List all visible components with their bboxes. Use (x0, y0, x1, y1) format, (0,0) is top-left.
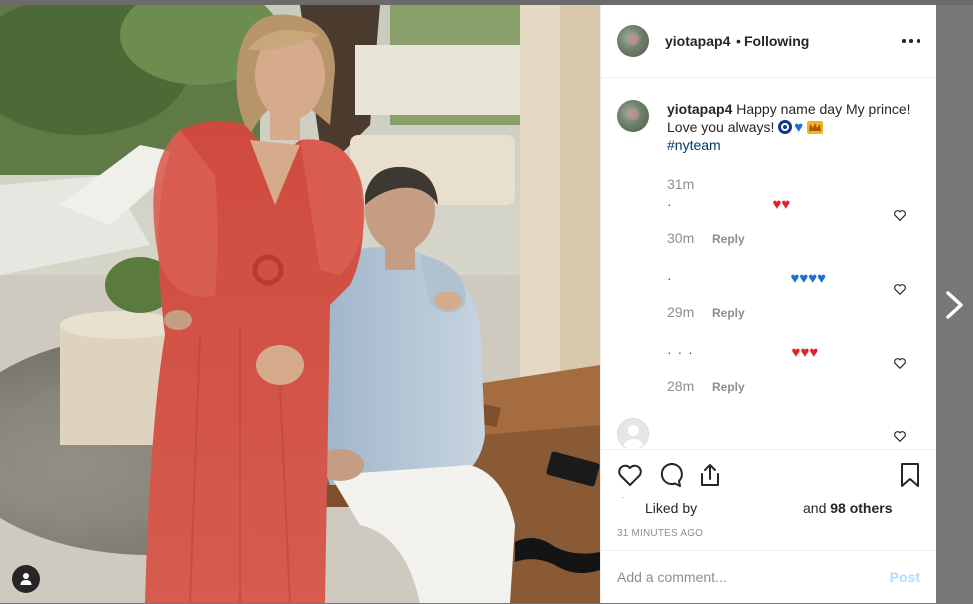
bookmark-icon[interactable] (897, 462, 923, 488)
author-username[interactable]: yiotapap4 (665, 33, 730, 49)
caption-username[interactable]: yiotapap4 (667, 101, 732, 117)
more-options-icon[interactable] (902, 32, 920, 50)
reply-button[interactable]: Reply (712, 306, 745, 320)
post-header: yiotapap4 • Following (601, 5, 936, 78)
red-heart-icon: ♥ (772, 196, 782, 213)
comment-content: · · · ♥♥♥ (667, 344, 818, 361)
follow-status-button[interactable]: Following (744, 33, 809, 49)
red-heart-icon: ♥ (809, 344, 819, 361)
liked-by-label: Liked by (645, 500, 698, 516)
comment-input[interactable]: Add a comment... (617, 569, 727, 585)
reply-button[interactable]: Reply (712, 380, 745, 394)
comment-content: · ♥♥♥♥ (667, 270, 826, 287)
comment-text: · (667, 270, 673, 286)
comment-time: 29m (667, 304, 695, 320)
post-caption: yiotapap4 Happy name day My prince! Love… (667, 100, 917, 154)
liked-by-others[interactable]: and 98 others (803, 500, 893, 516)
commenter-avatar[interactable] (617, 418, 649, 448)
crown-icon (807, 121, 824, 134)
blue-heart-icon: ♥ (790, 270, 800, 287)
post-photo-illustration (0, 5, 600, 603)
caption-time: 31m (667, 176, 695, 192)
caption-hashtag[interactable]: #nyteam (667, 137, 721, 153)
share-icon[interactable] (697, 462, 723, 488)
post-modal: yiotapap4 • Following yiotapap4 Happy na… (0, 5, 936, 603)
comment-text: · · · (667, 344, 694, 360)
comment-text: · (667, 196, 673, 212)
red-heart-icon: ♥ (800, 344, 810, 361)
blue-heart-icon: ♥ (794, 119, 804, 136)
comment-bubble-icon[interactable] (657, 462, 683, 488)
like-comment-icon[interactable] (893, 208, 907, 222)
post-timestamp[interactable]: 31 MINUTES AGO (617, 528, 703, 539)
header-separator: • (736, 33, 741, 49)
post-comment-button[interactable]: Post (890, 569, 920, 585)
tagged-users-button[interactable] (12, 565, 40, 593)
comment-item: · ♥♥♥♥ 29m Reply (601, 270, 936, 344)
like-comment-icon[interactable] (893, 356, 907, 370)
like-comment-icon[interactable] (893, 282, 907, 296)
comment-item: · ♥♥ 30m Reply (601, 196, 936, 270)
blue-heart-icon: ♥ (799, 270, 809, 287)
comment-content: · ♥♥ (667, 196, 790, 213)
like-comment-icon[interactable] (893, 429, 907, 443)
next-post-arrow-icon[interactable] (944, 290, 966, 320)
comment-item: · · · ♥♥♥ 28m Reply (601, 344, 936, 418)
comment-time: 30m (667, 230, 695, 246)
comments-list[interactable]: yiotapap4 Happy name day My prince! Love… (601, 78, 936, 448)
red-heart-icon: ♥ (781, 196, 791, 213)
author-avatar[interactable] (617, 25, 649, 57)
red-heart-icon: ♥ (791, 344, 801, 361)
like-heart-icon[interactable] (617, 462, 643, 488)
caption-author-avatar[interactable] (617, 100, 649, 132)
post-side-panel: yiotapap4 • Following yiotapap4 Happy na… (600, 5, 936, 603)
person-icon (20, 573, 32, 585)
post-actions: · Liked by and 98 others 31 MINUTES AGO (601, 449, 936, 550)
blue-heart-icon: ♥ (808, 270, 818, 287)
add-comment-bar: Add a comment... Post (601, 550, 936, 604)
post-photo[interactable] (0, 5, 600, 603)
blue-heart-icon: ♥ (817, 270, 827, 287)
reply-button[interactable]: Reply (712, 232, 745, 246)
nazar-eye-icon (778, 120, 793, 134)
comment-time: 28m (667, 378, 695, 394)
